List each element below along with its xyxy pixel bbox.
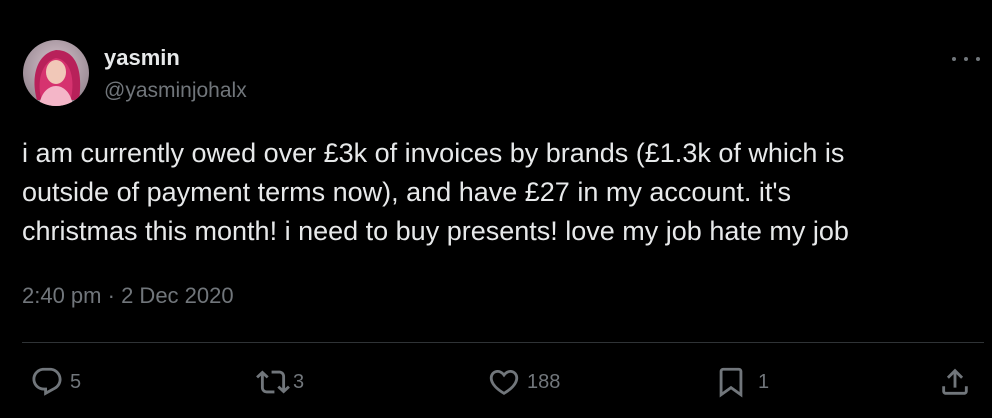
bookmark-button[interactable]: 1 — [714, 364, 769, 400]
bookmark-icon — [714, 365, 748, 399]
tweet-timestamp[interactable]: 2:40 pm · 2 Dec 2020 — [22, 282, 234, 310]
heart-icon — [487, 365, 521, 399]
tweet-text-line: outside of payment terms now), and have … — [22, 177, 792, 207]
meta-separator: · — [107, 283, 115, 308]
reply-button[interactable]: 5 — [30, 364, 81, 400]
tweet-text: i am currently owed over £3k of invoices… — [22, 134, 972, 251]
bookmark-count: 1 — [758, 370, 770, 393]
display-name[interactable]: yasmin — [104, 44, 180, 72]
reply-count: 5 — [70, 370, 82, 393]
more-options-icon[interactable] — [952, 48, 980, 70]
divider — [22, 342, 984, 343]
tweet-time: 2:40 pm — [22, 283, 102, 308]
like-button[interactable]: 188 — [487, 364, 560, 400]
like-count: 188 — [527, 370, 561, 393]
tweet-card: yasmin @yasminjohalx i am currently owed… — [0, 0, 992, 418]
retweet-button[interactable]: 3 — [255, 364, 304, 400]
tweet-date: 2 Dec 2020 — [121, 283, 234, 308]
avatar[interactable] — [23, 40, 89, 106]
retweet-count: 3 — [293, 370, 305, 393]
retweet-icon — [255, 365, 291, 399]
tweet-text-line: christmas this month! i need to buy pres… — [22, 216, 849, 246]
user-handle[interactable]: @yasminjohalx — [104, 78, 247, 104]
share-icon — [938, 365, 972, 399]
reply-icon — [30, 365, 64, 399]
share-button[interactable] — [938, 364, 972, 400]
tweet-text-line: i am currently owed over £3k of invoices… — [22, 138, 845, 168]
